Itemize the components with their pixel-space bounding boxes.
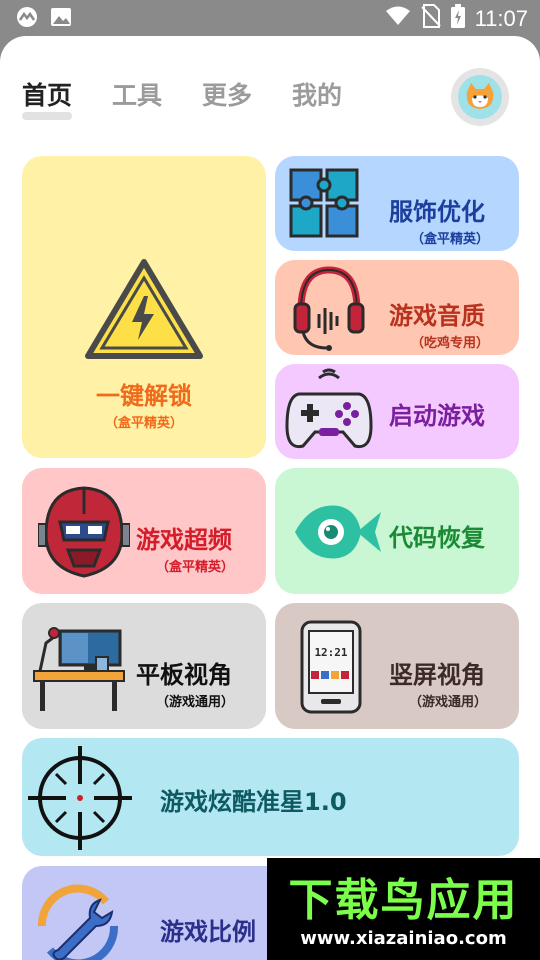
watermark-overlay: 下载鸟应用 www.xiazainiao.com [267, 858, 540, 960]
overclock-subtitle: （盒平精英） [156, 560, 235, 575]
launch-card[interactable]: 启动游戏 [275, 364, 519, 459]
watermark-logo: 下载鸟应用 [288, 875, 519, 926]
gamepad-icon [285, 368, 373, 449]
phone-clock-text: 12:21 [314, 646, 348, 659]
audio-subtitle: （吃鸡专用） [411, 336, 490, 351]
ratio-title: 游戏比例 [160, 918, 256, 946]
overclock-card[interactable]: 游戏超频 （盒平精英） [22, 468, 266, 594]
restore-card[interactable]: 代码恢复 [275, 468, 519, 594]
audio-card[interactable]: 游戏音质 （吃鸡专用） [275, 260, 519, 355]
app-notification-icon [14, 6, 40, 32]
watermark-url: www.xiazainiao.com [300, 928, 507, 949]
warning-icon [85, 259, 203, 359]
wrench-icon [37, 884, 119, 960]
audio-title: 游戏音质 [389, 302, 485, 330]
tab-tools[interactable]: 工具 [112, 76, 162, 112]
image-notification-icon [50, 6, 72, 32]
no-sim-icon [420, 4, 441, 34]
portrait-card[interactable]: 12:21 竖屏视角 （游戏通用） [275, 603, 519, 729]
launch-title: 启动游戏 [389, 402, 485, 430]
headphones-icon [293, 266, 365, 351]
clothing-subtitle: （盒平精英） [411, 232, 490, 247]
main-sheet: 首页 工具 更多 我的 一键解锁 （盒平精英） 服饰优化 （盒平精英） 游戏音质… [0, 36, 540, 960]
unlock-subtitle: （盒平精英） [104, 416, 183, 431]
wifi-icon [385, 5, 411, 33]
robot-mask-icon [38, 486, 130, 578]
tab-home[interactable]: 首页 [22, 76, 73, 120]
crosshair-icon [28, 746, 132, 850]
avatar[interactable] [451, 68, 509, 126]
portrait-subtitle: （游戏通用） [409, 695, 488, 710]
tablet-title: 平板视角 [136, 661, 232, 689]
unlock-card[interactable]: 一键解锁 （盒平精英） [22, 156, 266, 458]
phone-icon [300, 620, 362, 714]
status-bar: 11:07 [0, 0, 540, 36]
tablet-card[interactable]: 平板视角 （游戏通用） [22, 603, 266, 729]
overclock-title: 游戏超频 [136, 526, 232, 554]
puzzle-icon [289, 168, 359, 238]
unlock-title: 一键解锁 [96, 382, 192, 410]
cat-avatar-icon [458, 75, 502, 119]
fish-icon [295, 505, 381, 559]
battery-charging-icon [450, 4, 465, 34]
restore-title: 代码恢复 [389, 524, 485, 552]
status-right: 11:07 [385, 4, 528, 34]
top-tabs: 首页 工具 更多 我的 [22, 76, 342, 120]
desk-icon [33, 627, 125, 711]
tab-more[interactable]: 更多 [202, 76, 252, 112]
clothing-card[interactable]: 服饰优化 （盒平精英） [275, 156, 519, 251]
portrait-title: 竖屏视角 [389, 661, 485, 689]
tablet-subtitle: （游戏通用） [156, 695, 235, 710]
status-time: 11:07 [474, 6, 528, 31]
status-left [14, 6, 72, 32]
crosshair-card[interactable]: 游戏炫酷准星1.0 [22, 738, 519, 856]
tab-mine[interactable]: 我的 [292, 76, 342, 112]
clothing-title: 服饰优化 [389, 198, 485, 226]
crosshair-title: 游戏炫酷准星1.0 [160, 788, 347, 816]
